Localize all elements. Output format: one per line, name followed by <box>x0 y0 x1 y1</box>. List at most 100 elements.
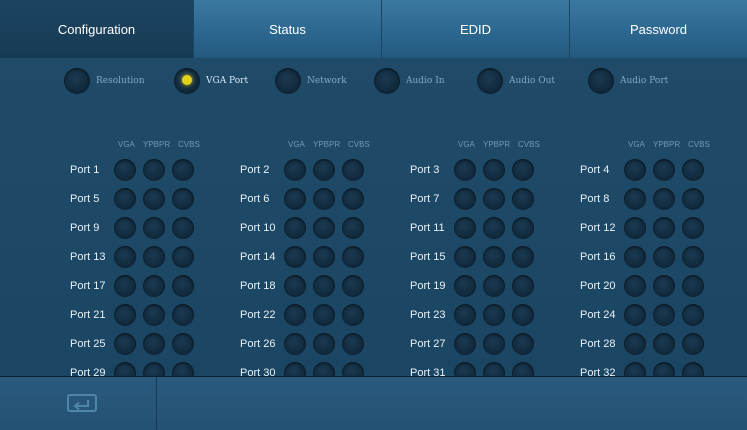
port-select-ypbpr-button[interactable] <box>483 304 505 326</box>
port-select-cvbs-button[interactable] <box>172 304 194 326</box>
port-select-cvbs-button[interactable] <box>512 304 534 326</box>
port-select-ypbpr-button[interactable] <box>483 333 505 355</box>
port-select-vga-button[interactable] <box>114 188 136 210</box>
tab-edid[interactable]: EDID <box>382 0 570 58</box>
port-label: Port 12 <box>580 222 616 234</box>
port-select-vga-button[interactable] <box>624 246 646 268</box>
port-select-ypbpr-button[interactable] <box>483 159 505 181</box>
port-select-vga-button[interactable] <box>454 159 476 181</box>
port-label: Port 5 <box>70 193 100 205</box>
port-select-cvbs-button[interactable] <box>682 275 704 297</box>
port-select-cvbs-button[interactable] <box>342 246 364 268</box>
return-icon[interactable] <box>67 394 97 414</box>
port-select-ypbpr-button[interactable] <box>143 188 165 210</box>
column-header-cvbs: CVBS <box>688 140 710 149</box>
port-select-cvbs-button[interactable] <box>172 188 194 210</box>
subnav-audio-port[interactable]: Audio Port <box>588 68 668 94</box>
port-select-ypbpr-button[interactable] <box>653 217 675 239</box>
port-select-ypbpr-button[interactable] <box>313 188 335 210</box>
port-select-vga-button[interactable] <box>624 275 646 297</box>
port-select-cvbs-button[interactable] <box>682 333 704 355</box>
port-select-cvbs-button[interactable] <box>682 188 704 210</box>
tab-password[interactable]: Password <box>570 0 747 58</box>
port-select-ypbpr-button[interactable] <box>483 246 505 268</box>
port-select-ypbpr-button[interactable] <box>653 275 675 297</box>
port-select-ypbpr-button[interactable] <box>143 159 165 181</box>
port-select-vga-button[interactable] <box>454 188 476 210</box>
port-select-ypbpr-button[interactable] <box>483 275 505 297</box>
port-select-vga-button[interactable] <box>624 159 646 181</box>
port-select-cvbs-button[interactable] <box>512 246 534 268</box>
port-select-vga-button[interactable] <box>624 304 646 326</box>
port-select-cvbs-button[interactable] <box>172 333 194 355</box>
port-select-vga-button[interactable] <box>284 188 306 210</box>
port-select-cvbs-button[interactable] <box>512 188 534 210</box>
port-select-cvbs-button[interactable] <box>172 275 194 297</box>
port-select-vga-button[interactable] <box>454 217 476 239</box>
tab-status[interactable]: Status <box>194 0 382 58</box>
port-select-vga-button[interactable] <box>284 275 306 297</box>
port-select-vga-button[interactable] <box>114 217 136 239</box>
port-select-ypbpr-button[interactable] <box>483 188 505 210</box>
port-select-ypbpr-button[interactable] <box>313 246 335 268</box>
port-select-ypbpr-button[interactable] <box>143 275 165 297</box>
port-select-cvbs-button[interactable] <box>512 217 534 239</box>
subnav-audio-out[interactable]: Audio Out <box>477 68 555 94</box>
port-select-cvbs-button[interactable] <box>342 188 364 210</box>
tab-configuration[interactable]: Configuration <box>0 0 194 58</box>
port-select-ypbpr-button[interactable] <box>313 304 335 326</box>
port-select-cvbs-button[interactable] <box>682 159 704 181</box>
port-select-vga-button[interactable] <box>454 275 476 297</box>
port-select-vga-button[interactable] <box>114 246 136 268</box>
port-select-ypbpr-button[interactable] <box>653 246 675 268</box>
port-select-cvbs-button[interactable] <box>512 275 534 297</box>
port-select-vga-button[interactable] <box>284 246 306 268</box>
port-select-ypbpr-button[interactable] <box>653 333 675 355</box>
subnav-vga-port[interactable]: VGA Port <box>174 68 248 94</box>
port-select-ypbpr-button[interactable] <box>653 159 675 181</box>
port-select-ypbpr-button[interactable] <box>143 333 165 355</box>
port-select-ypbpr-button[interactable] <box>313 275 335 297</box>
port-select-cvbs-button[interactable] <box>682 217 704 239</box>
port-row: Port 4 <box>580 158 740 182</box>
port-select-cvbs-button[interactable] <box>172 246 194 268</box>
port-select-cvbs-button[interactable] <box>682 246 704 268</box>
port-select-ypbpr-button[interactable] <box>653 304 675 326</box>
port-select-cvbs-button[interactable] <box>512 159 534 181</box>
subnav-audio-in[interactable]: Audio In <box>374 68 445 94</box>
port-select-ypbpr-button[interactable] <box>313 333 335 355</box>
port-select-vga-button[interactable] <box>624 217 646 239</box>
port-select-vga-button[interactable] <box>454 246 476 268</box>
port-select-vga-button[interactable] <box>114 275 136 297</box>
port-select-cvbs-button[interactable] <box>342 217 364 239</box>
port-select-vga-button[interactable] <box>284 304 306 326</box>
port-select-ypbpr-button[interactable] <box>143 304 165 326</box>
port-select-vga-button[interactable] <box>284 333 306 355</box>
port-select-cvbs-button[interactable] <box>512 333 534 355</box>
port-select-ypbpr-button[interactable] <box>313 217 335 239</box>
port-select-vga-button[interactable] <box>454 304 476 326</box>
port-select-vga-button[interactable] <box>114 333 136 355</box>
port-select-vga-button[interactable] <box>114 159 136 181</box>
port-select-vga-button[interactable] <box>624 333 646 355</box>
port-select-ypbpr-button[interactable] <box>143 217 165 239</box>
port-select-ypbpr-button[interactable] <box>143 246 165 268</box>
port-select-cvbs-button[interactable] <box>682 304 704 326</box>
port-select-cvbs-button[interactable] <box>342 304 364 326</box>
port-select-cvbs-button[interactable] <box>172 159 194 181</box>
port-select-vga-button[interactable] <box>114 304 136 326</box>
port-row: Port 27 <box>410 332 570 356</box>
port-select-cvbs-button[interactable] <box>342 275 364 297</box>
port-select-vga-button[interactable] <box>284 217 306 239</box>
port-select-vga-button[interactable] <box>624 188 646 210</box>
port-select-ypbpr-button[interactable] <box>313 159 335 181</box>
port-select-ypbpr-button[interactable] <box>653 188 675 210</box>
port-select-cvbs-button[interactable] <box>342 159 364 181</box>
port-select-ypbpr-button[interactable] <box>483 217 505 239</box>
subnav-resolution[interactable]: Resolution <box>64 68 145 94</box>
port-select-cvbs-button[interactable] <box>172 217 194 239</box>
port-select-vga-button[interactable] <box>284 159 306 181</box>
port-select-vga-button[interactable] <box>454 333 476 355</box>
port-select-cvbs-button[interactable] <box>342 333 364 355</box>
subnav-network[interactable]: Network <box>275 68 347 94</box>
